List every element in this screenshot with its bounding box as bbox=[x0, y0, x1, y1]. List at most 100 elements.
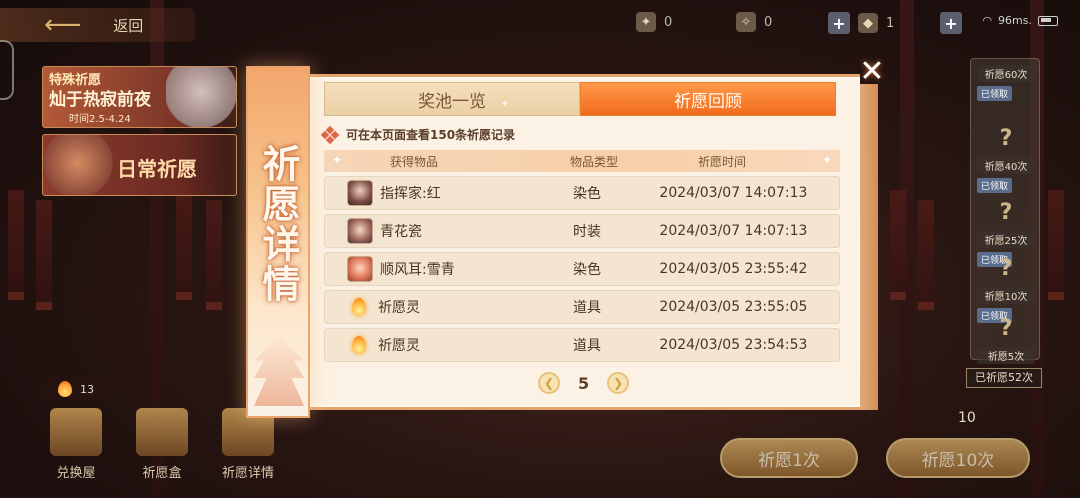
diamond-cluster-icon bbox=[320, 125, 340, 144]
wish-time: 2024/03/07 14:07:13 bbox=[659, 223, 808, 239]
resource-crystal: + ◆ 1 bbox=[828, 12, 894, 34]
resource-value: 1 bbox=[886, 15, 895, 31]
table-header: 获得物品 物品类型 祈愿时间 ✦ ✦ bbox=[324, 150, 840, 172]
exchange-shop-button[interactable]: 兑换屋 bbox=[40, 408, 112, 481]
avatar-qinghua-icon bbox=[347, 218, 373, 244]
resource-value: 0 bbox=[764, 14, 773, 30]
wish-wand-icon: ✦ bbox=[636, 12, 656, 32]
reward-slot[interactable]: ? 祈愿5次 bbox=[977, 309, 1035, 364]
button-label: 祈愿盒 bbox=[142, 466, 182, 481]
notice-text: 可在本页面查看150条祈愿记录 bbox=[346, 128, 516, 142]
wish-box-button[interactable]: 祈愿盒 bbox=[126, 408, 198, 481]
reward-slot[interactable]: 祈愿60次 已领取 bbox=[977, 65, 1035, 101]
column-header-item: 获得物品 bbox=[389, 154, 438, 169]
item-cell: 祈愿灵 bbox=[325, 294, 546, 320]
next-page-button[interactable]: ❯ bbox=[607, 372, 630, 394]
modal-side-title: 祈愿详情 bbox=[248, 144, 308, 304]
gold-wand-icon: ✧ bbox=[736, 12, 756, 32]
wish-ten-button[interactable]: 祈愿10次 bbox=[886, 438, 1030, 478]
tab-wish-history[interactable]: 祈愿回顾 bbox=[580, 82, 836, 116]
item-cell: 顺风耳:雪青 bbox=[325, 256, 546, 282]
claimed-badge: 已领取 bbox=[977, 178, 1013, 193]
modal-side-banner: 祈愿详情 bbox=[246, 66, 310, 418]
back-label: 返回 bbox=[113, 16, 144, 35]
item-type: 道具 bbox=[573, 338, 602, 354]
back-arrow-icon: ⟵ bbox=[44, 10, 82, 40]
mystery-reward-icon: ? bbox=[999, 200, 1013, 225]
special-wish-card[interactable]: 特殊祈愿 灿于热寂前夜 时间2.5-4.24 bbox=[42, 66, 237, 128]
resource-wish-wand: ✦ 0 bbox=[636, 12, 672, 32]
currency-value: 13 bbox=[80, 382, 94, 396]
wish-once-button[interactable]: 祈愿1次 bbox=[720, 438, 858, 478]
item-type: 时装 bbox=[573, 224, 602, 240]
resource-value: 0 bbox=[664, 14, 673, 30]
add-crystal-button[interactable]: + bbox=[828, 12, 850, 34]
sparkle-icon: ✦ bbox=[500, 99, 509, 110]
left-edge-tab[interactable] bbox=[0, 40, 14, 100]
daily-wish-card[interactable]: 日常祈愿 bbox=[42, 134, 237, 196]
pity-number: 10 bbox=[958, 410, 976, 426]
event-character-art bbox=[166, 67, 236, 127]
button-label: 祈愿详情 bbox=[221, 466, 274, 481]
item-cell: 祈愿灵 bbox=[325, 332, 546, 358]
event-title: 日常祈愿 bbox=[117, 157, 197, 181]
item-name: 祈愿灵 bbox=[378, 338, 420, 354]
wish-time: 2024/03/05 23:55:42 bbox=[659, 261, 808, 277]
wish-spirit-flame-icon bbox=[347, 332, 371, 358]
reward-label: 祈愿60次 bbox=[977, 65, 1035, 82]
item-cell: 青花瓷 bbox=[325, 218, 546, 244]
add-resource-button[interactable]: + bbox=[940, 12, 962, 34]
pagoda-decoration bbox=[254, 336, 304, 406]
item-type: 染色 bbox=[573, 262, 602, 278]
mystery-reward-icon: ? bbox=[999, 316, 1013, 341]
modal-tabs: 奖池一览 ✦ 祈愿回顾 bbox=[324, 82, 836, 116]
pagination: ❮ 5 ❯ bbox=[538, 372, 630, 394]
avatar-shunfeng-icon bbox=[347, 256, 373, 282]
wish-history-table: 指挥家:红 染色 2024/03/07 14:07:13 青花瓷 时装 2024… bbox=[324, 176, 840, 366]
wish-details-button[interactable]: 祈愿详情 bbox=[212, 408, 284, 481]
item-type: 染色 bbox=[573, 186, 602, 202]
wished-count-label: 已祈愿52次 bbox=[966, 368, 1042, 388]
side-title-text: 祈愿详情 bbox=[256, 144, 301, 304]
cumulative-reward-panel: 祈愿60次 已领取 ? 祈愿40次 已领取 ? 祈愿25次 已领取 ? 祈愿10… bbox=[970, 58, 1040, 364]
column-header-type: 物品类型 bbox=[569, 154, 618, 169]
wifi-icon: ◠ bbox=[982, 14, 993, 27]
claimed-badge: 已领取 bbox=[977, 86, 1013, 101]
back-button[interactable]: ⟵ 返回 bbox=[0, 8, 195, 42]
table-row[interactable]: 指挥家:红 染色 2024/03/07 14:07:13 bbox=[324, 176, 840, 210]
event-character-art bbox=[43, 135, 113, 195]
wish-time: 2024/03/07 14:07:13 bbox=[659, 185, 808, 201]
add-resource-group: + bbox=[940, 12, 962, 34]
reward-label: 祈愿10次 bbox=[977, 287, 1035, 304]
item-type: 道具 bbox=[573, 300, 602, 316]
button-label: 兑换屋 bbox=[56, 466, 96, 481]
latency-text: 96ms. bbox=[998, 14, 1032, 27]
column-header-time: 祈愿时间 bbox=[697, 154, 746, 169]
mystery-reward-icon: ? bbox=[999, 126, 1013, 151]
wish-spirit-flame-icon bbox=[58, 381, 72, 397]
wish-spirit-flame-icon bbox=[347, 294, 371, 320]
wish-time: 2024/03/05 23:55:05 bbox=[659, 299, 808, 315]
table-row[interactable]: 祈愿灵 道具 2024/03/05 23:54:53 bbox=[324, 328, 840, 362]
item-name: 祈愿灵 bbox=[378, 300, 420, 316]
reward-label: 祈愿25次 bbox=[977, 231, 1035, 248]
close-icon[interactable]: ✕ bbox=[858, 57, 886, 87]
crystal-icon: ◆ bbox=[858, 13, 878, 33]
resource-gold-wand: ✧ 0 bbox=[736, 12, 772, 32]
table-row[interactable]: 顺风耳:雪青 染色 2024/03/05 23:55:42 bbox=[324, 252, 840, 286]
reward-label: 祈愿40次 bbox=[977, 157, 1035, 174]
table-row[interactable]: 祈愿灵 道具 2024/03/05 23:55:05 bbox=[324, 290, 840, 324]
prev-page-button[interactable]: ❮ bbox=[538, 372, 560, 394]
event-date: 时间2.5-4.24 bbox=[69, 114, 131, 125]
item-name: 青花瓷 bbox=[380, 224, 422, 240]
reward-slot[interactable]: ? 祈愿40次 已领取 bbox=[977, 119, 1035, 193]
reward-label: 祈愿5次 bbox=[977, 347, 1035, 364]
mystery-reward-icon: ? bbox=[999, 256, 1013, 281]
tab-prize-pool[interactable]: 奖池一览 ✦ bbox=[324, 82, 580, 116]
battery-icon bbox=[1038, 15, 1058, 26]
wish-box-icon bbox=[136, 408, 188, 456]
shop-pavilion-icon bbox=[50, 408, 102, 456]
table-row[interactable]: 青花瓷 时装 2024/03/07 14:07:13 bbox=[324, 214, 840, 248]
page-number: 5 bbox=[578, 373, 590, 393]
button-label: 祈愿10次 bbox=[921, 450, 995, 471]
